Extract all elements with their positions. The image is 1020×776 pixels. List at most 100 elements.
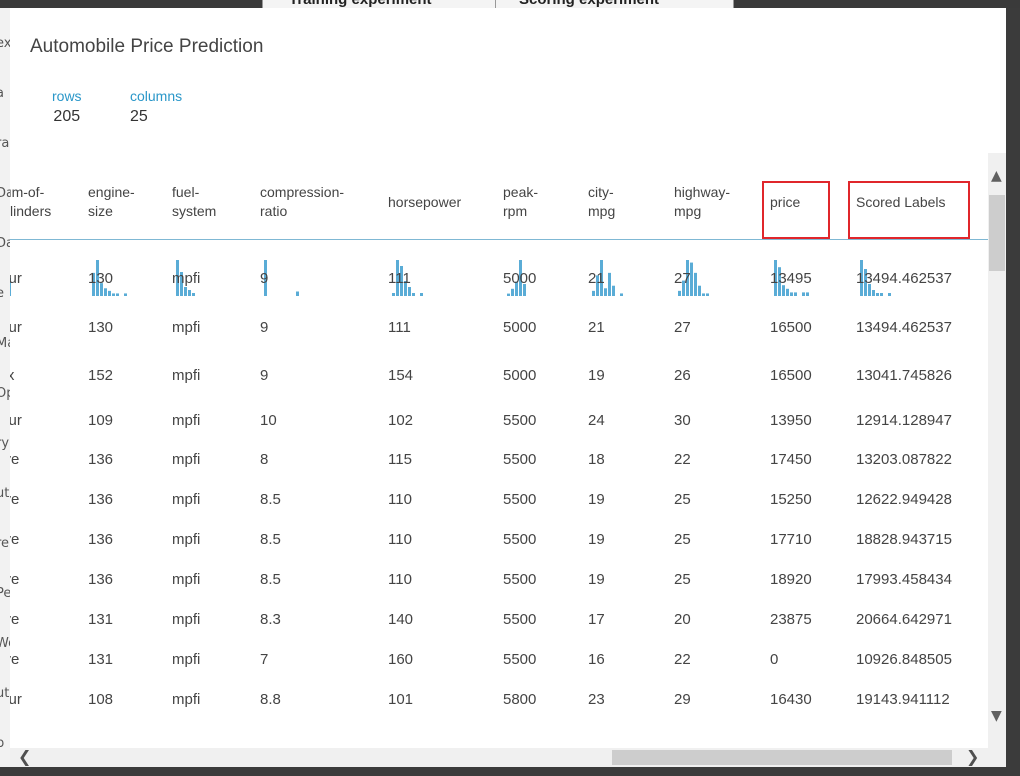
table-row[interactable]: five 136 mpfi 8.5 110 5500 19 25 17710 18828.9437…	[10, 531, 988, 571]
table-cell: 13494.462537	[856, 270, 952, 287]
table-cell: five	[10, 491, 20, 508]
scrollbar-corner	[988, 748, 1006, 767]
column-header-line1: highway-	[674, 184, 731, 200]
table-cell: 10926.848505	[856, 651, 952, 668]
background-palette-item: ry	[0, 436, 10, 451]
table-cell: 18828.943715	[856, 531, 952, 548]
table-cell: 108	[88, 691, 114, 708]
table-row[interactable]: five 131 mpfi 8.3 140 5500 17 20 23875 20664.6429…	[10, 611, 988, 651]
background-right-edge	[1006, 8, 1020, 768]
column-header-line2: size	[88, 203, 113, 219]
table-cell: 30	[674, 412, 691, 429]
background-palette-item: e	[0, 286, 4, 301]
column-header[interactable]: highway-mpg	[674, 183, 730, 221]
scroll-down-icon[interactable]: ▼	[991, 709, 1002, 723]
table-cell: 136	[88, 491, 114, 508]
table-cell: 19143.941112	[856, 691, 950, 708]
table-cell: 15250	[770, 491, 812, 508]
table-row[interactable]: four 130 mpfi 9 111 5000 21 27 13495 13494.462537	[10, 270, 988, 310]
table-cell: mpfi	[172, 491, 201, 508]
table-cell: four	[10, 412, 22, 429]
table-cell: 23875	[770, 611, 812, 628]
table-cell: 21	[588, 319, 605, 336]
table-cell: 27	[674, 319, 691, 336]
background-palette-item: p	[0, 736, 4, 751]
table-cell: 24	[588, 412, 605, 429]
table-row[interactable]: six 152 mpfi 9 154 5000 19 26 16500 13041.745826	[10, 367, 988, 407]
column-header-line1: peak-	[503, 184, 539, 200]
horizontal-scrollbar[interactable]: ❮ ❯	[10, 748, 988, 767]
column-header[interactable]: compression-ratio	[260, 183, 344, 221]
table-cell: 111	[388, 319, 411, 336]
table-cell: 13495	[770, 270, 812, 287]
table-row[interactable]: four 108 mpfi 8.8 101 5800 23 29 16430 19143.9411…	[10, 691, 988, 731]
table-row[interactable]: four 130 mpfi 9 111 5000 21 27 16500 13494.462537	[10, 319, 988, 359]
column-header-line1: compression-	[260, 184, 345, 200]
table-cell: mpfi	[172, 412, 201, 429]
table-cell: 26	[674, 367, 691, 384]
table-cell: five	[10, 651, 20, 668]
table-cell: 110	[388, 571, 412, 588]
table-row[interactable]: four 109 mpfi 10 102 5500 24 30 13950 12914.12894…	[10, 412, 988, 452]
table-cell: 5500	[503, 571, 537, 588]
table-cell: 111	[388, 270, 411, 287]
background-palette-item: ut	[0, 486, 10, 501]
column-header[interactable]: engine-size	[88, 183, 135, 221]
vertical-scroll-thumb[interactable]	[989, 195, 1005, 271]
table-cell: 160	[388, 651, 414, 668]
table-cell: 130	[88, 270, 114, 287]
table-cell: 8.5	[260, 571, 281, 588]
table-cell: 109	[88, 412, 114, 429]
table-cell: 18	[588, 451, 605, 468]
scroll-right-icon[interactable]: ❯	[966, 748, 979, 766]
table-row[interactable]: five 136 mpfi 8 115 5500 18 22 17450 13203.087822	[10, 451, 988, 491]
column-header-line2: ratio	[260, 203, 288, 219]
dataset-visualization-dialog: Automobile Price Prediction rows 205 col…	[10, 8, 1006, 767]
column-header[interactable]: fuel-system	[172, 183, 216, 221]
table-cell: 25	[674, 571, 691, 588]
table-cell: 8.8	[260, 691, 281, 708]
scroll-left-icon[interactable]: ❮	[18, 748, 31, 766]
table-cell: mpfi	[172, 691, 201, 708]
tab-scoring-experiment[interactable]: Scoring experiment	[519, 0, 659, 8]
column-header[interactable]: num-of-cylinders	[10, 183, 51, 221]
table-cell: 5000	[503, 319, 537, 336]
column-header-line2: rpm	[503, 203, 528, 219]
tab-training-experiment[interactable]: Training experiment	[289, 0, 432, 8]
column-header-line2: mpg	[674, 203, 702, 219]
table-row[interactable]: five 136 mpfi 8.5 110 5500 19 25 18920 17993.4584…	[10, 571, 988, 611]
table-cell: mpfi	[172, 611, 201, 628]
table-cell: 21	[588, 270, 605, 287]
table-cell: 13041.745826	[856, 367, 952, 384]
table-cell: 10	[260, 412, 277, 429]
table-cell: 7	[260, 651, 269, 668]
scroll-up-icon[interactable]: ▲	[991, 169, 1002, 183]
table-cell: 5500	[503, 451, 537, 468]
horizontal-scroll-thumb[interactable]	[612, 750, 952, 765]
table-cell: 13203.087822	[856, 451, 952, 468]
column-header[interactable]: peak-rpm	[503, 183, 538, 221]
rows-label: rows	[52, 88, 82, 104]
column-header-line1: fuel-	[172, 184, 200, 200]
table-cell: 17	[588, 611, 605, 628]
column-header-line1: engine-	[88, 184, 135, 200]
table-cell: 8.5	[260, 531, 281, 548]
background-palette-item: re	[0, 536, 10, 551]
vertical-scrollbar[interactable]: ▲ ▼	[988, 153, 1006, 750]
table-cell: mpfi	[172, 531, 201, 548]
highlight-box	[762, 181, 830, 239]
table-cell: 16500	[770, 367, 812, 384]
table-cell: 12914.128947	[856, 412, 952, 429]
table-cell: five	[10, 571, 20, 588]
column-header[interactable]: horsepower	[388, 193, 461, 212]
table-cell: five	[10, 611, 20, 628]
column-header-line2: system	[172, 203, 217, 219]
table-cell: 20	[674, 611, 691, 628]
table-cell: 102	[388, 412, 414, 429]
table-cell: mpfi	[172, 319, 201, 336]
table-row[interactable]: five 131 mpfi 7 160 5500 16 22 0 10926.848505	[10, 651, 988, 691]
table-row[interactable]: five 136 mpfi 8.5 110 5500 19 25 15250 12622.9494…	[10, 491, 988, 531]
table-cell: 131	[88, 651, 114, 668]
dialog-title: Automobile Price Prediction	[30, 36, 264, 57]
column-header[interactable]: city-mpg	[588, 183, 615, 221]
